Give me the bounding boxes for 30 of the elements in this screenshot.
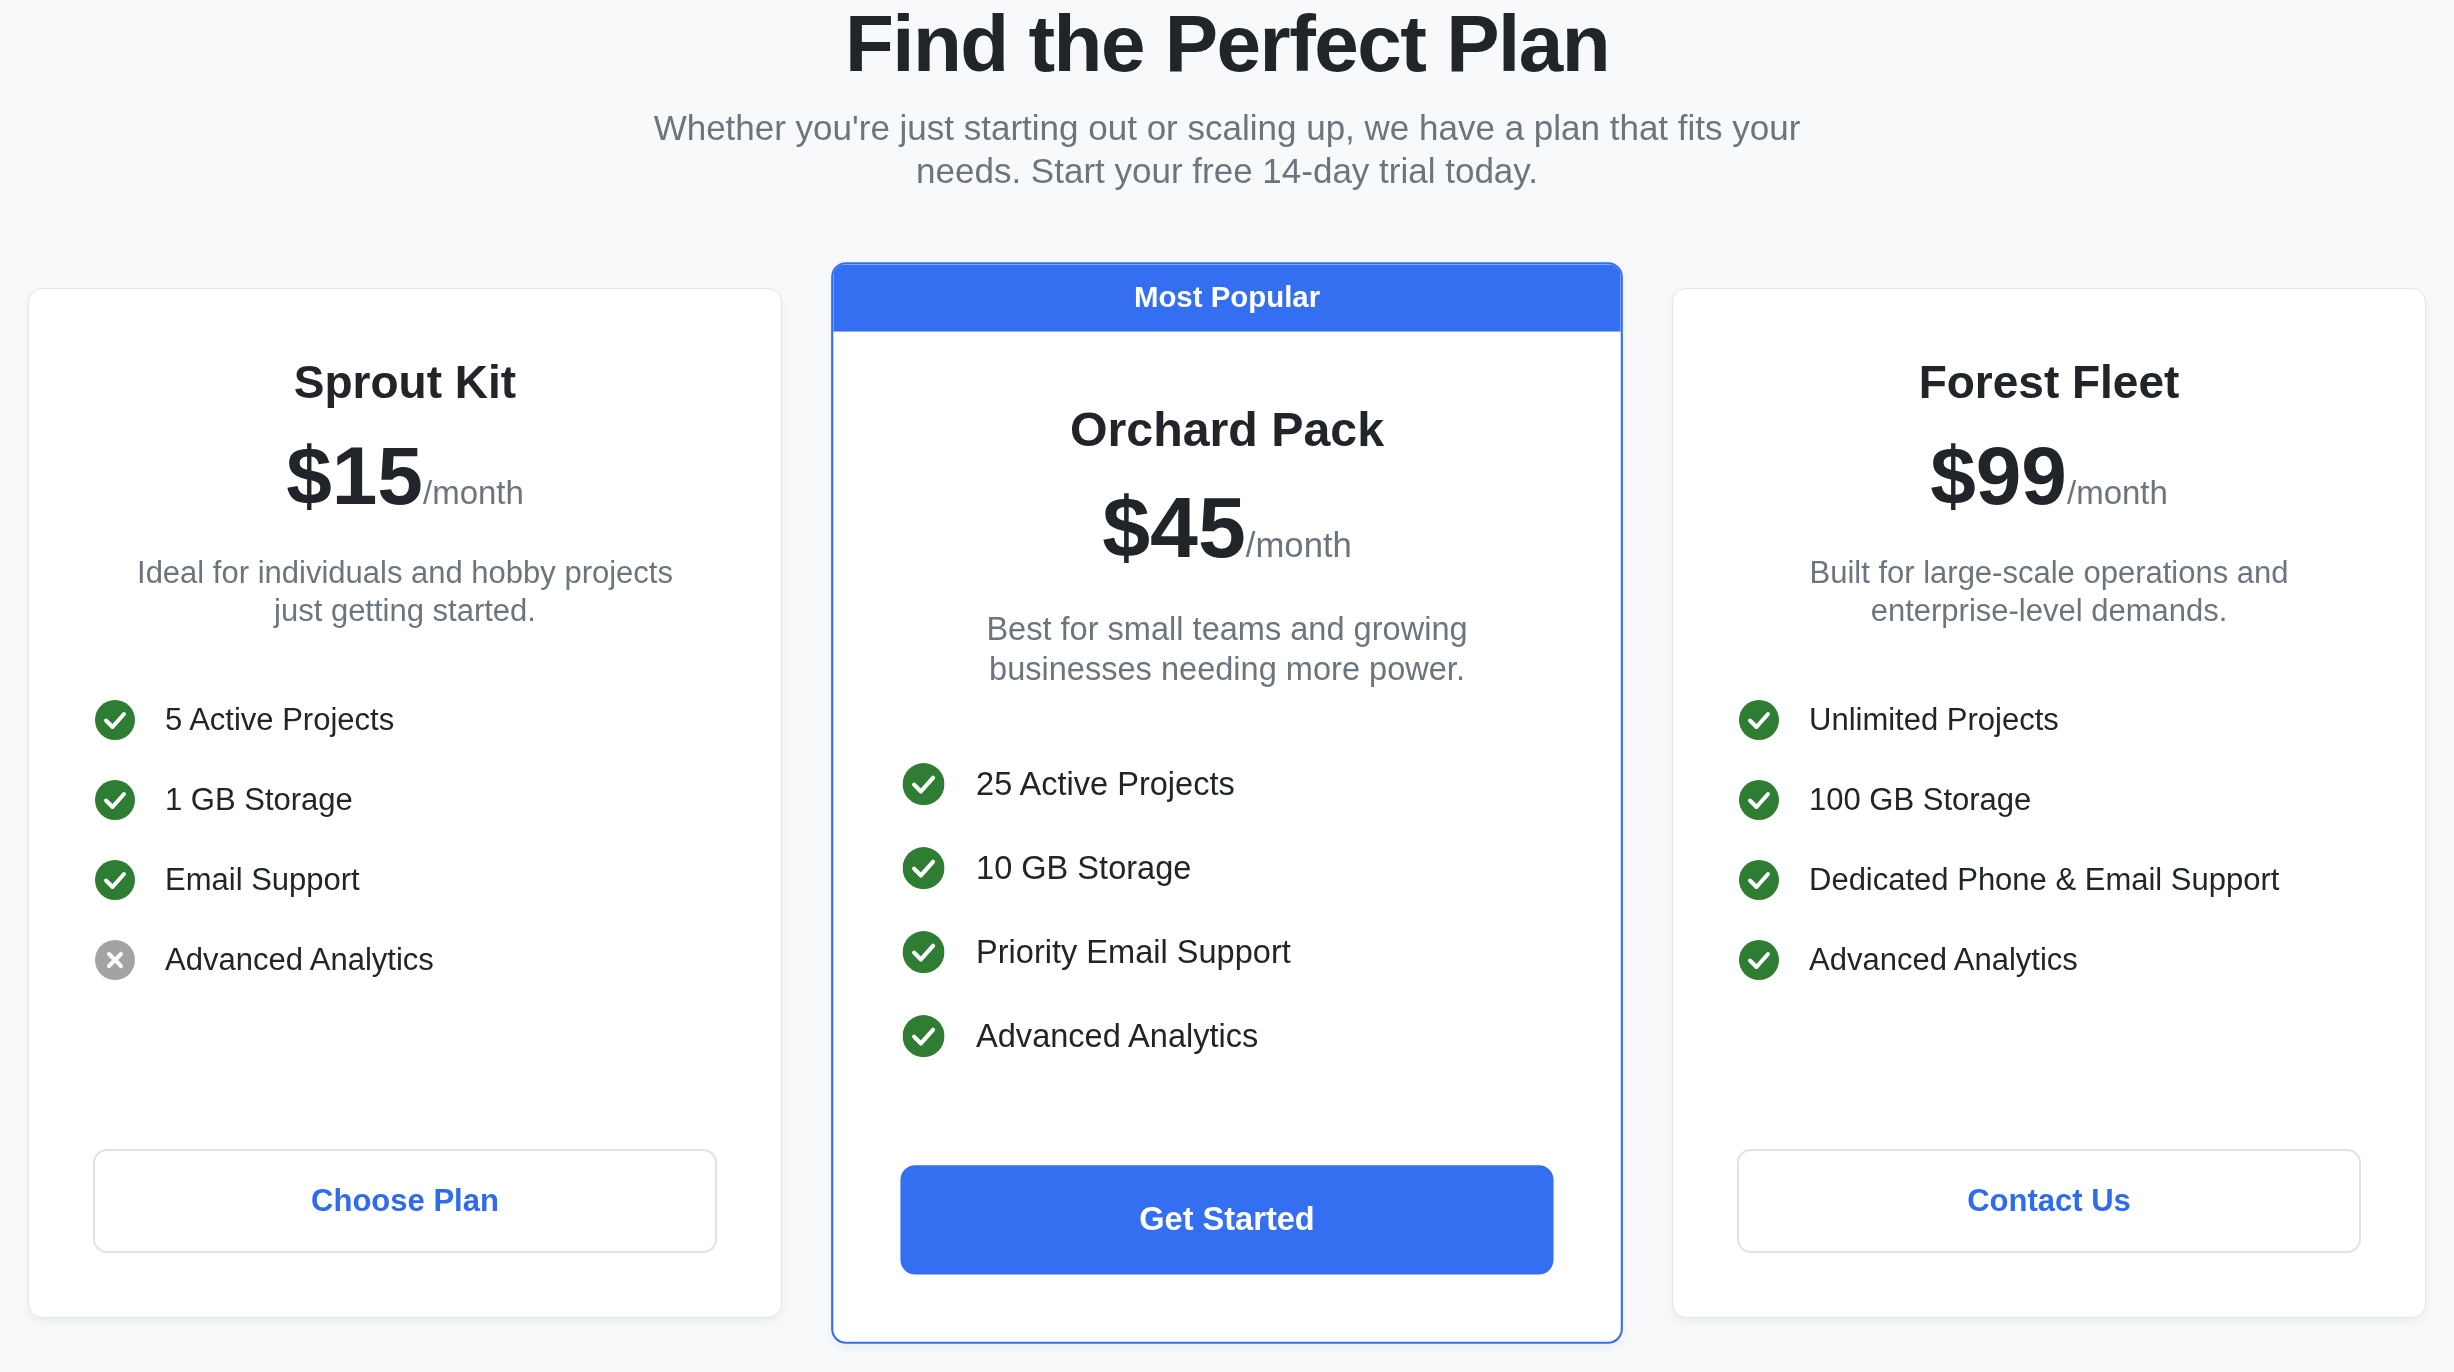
plan-name: Orchard Pack bbox=[1069, 400, 1385, 459]
feature-label: 100 GB Storage bbox=[1809, 781, 2032, 819]
popular-banner: Most Popular bbox=[833, 264, 1621, 332]
price-period: /month bbox=[2066, 473, 2168, 513]
plan-price: $45 bbox=[1102, 484, 1246, 571]
price-period: /month bbox=[1245, 525, 1352, 567]
feature-label: 5 Active Projects bbox=[165, 701, 395, 739]
plan-description: Built for large-scale operations and enterprise-level demands. bbox=[1808, 554, 2290, 630]
feature-label: Email Support bbox=[165, 861, 360, 899]
plan-button[interactable]: Get Started bbox=[900, 1165, 1554, 1275]
feature-label: Unlimited Projects bbox=[1809, 701, 2059, 739]
feature-label: Dedicated Phone & Email Support bbox=[1809, 861, 2280, 899]
feature-label: 25 Active Projects bbox=[976, 764, 1235, 804]
plan-name: Sprout Kit bbox=[293, 355, 517, 410]
page-subtitle: Whether you're just starting out or scaling up, we have a plan that fits your needs. Start your free 14-day trial today. bbox=[652, 107, 1802, 192]
plan-name: Forest Fleet bbox=[1918, 355, 2180, 410]
plan-button[interactable]: Choose Plan bbox=[93, 1149, 717, 1253]
plan-description: Ideal for individuals and hobby projects just getting started. bbox=[136, 554, 674, 630]
feature-label: 10 GB Storage bbox=[976, 848, 1192, 888]
plan-description: Best for small teams and growing businesses needing more power. bbox=[985, 609, 1469, 690]
plan-price: $99 bbox=[1930, 435, 2067, 517]
feature-label: Advanced Analytics bbox=[1809, 941, 2078, 979]
feature-label: Priority Email Support bbox=[976, 932, 1291, 972]
feature-label: Advanced Analytics bbox=[165, 941, 434, 979]
plan-price: $15 bbox=[286, 435, 423, 517]
page-title: Find the Perfect Plan bbox=[844, 0, 1610, 88]
plan-button[interactable]: Contact Us bbox=[1737, 1149, 2361, 1253]
price-period: /month bbox=[422, 474, 524, 513]
feature-label: 1 GB Storage bbox=[165, 781, 353, 819]
feature-label: Advanced Analytics bbox=[976, 1016, 1259, 1056]
